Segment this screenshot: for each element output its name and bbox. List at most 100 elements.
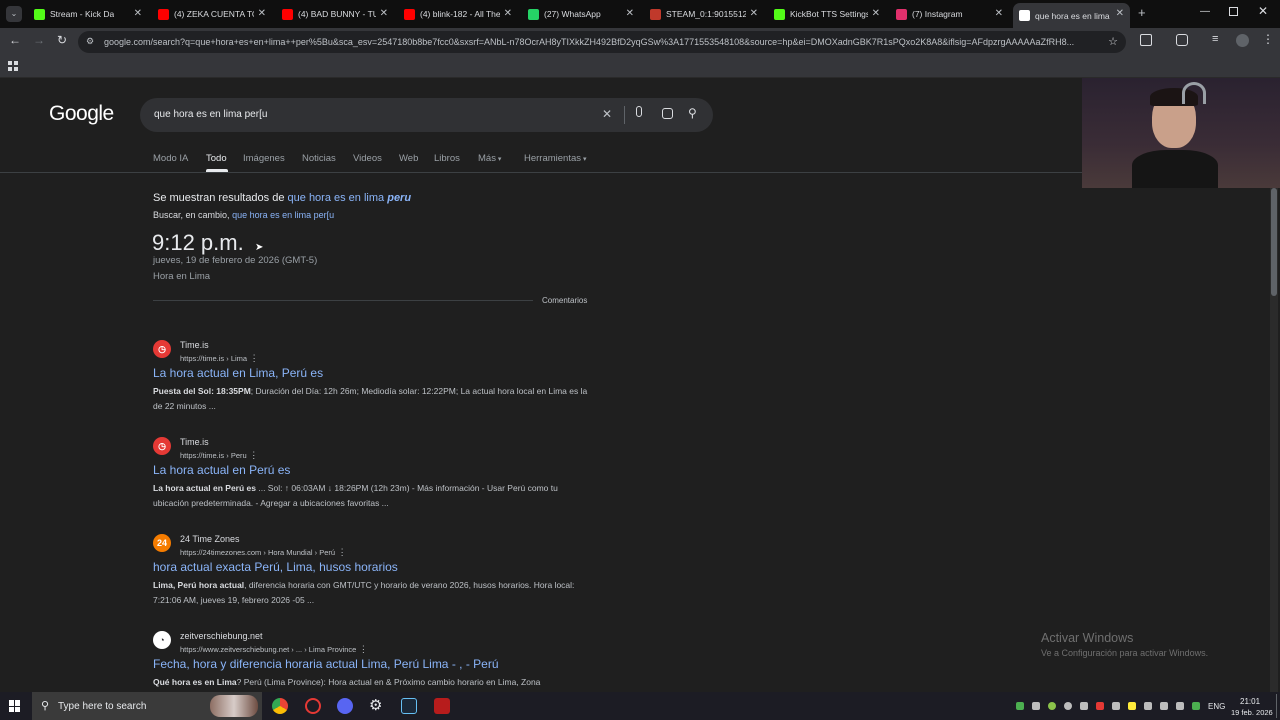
new-tab-icon[interactable]: +	[1138, 6, 1146, 20]
browser-tab[interactable]: que hora es en lima ✕	[1013, 3, 1130, 28]
nav-tab[interactable]: Herramientas ▾	[524, 153, 587, 164]
language-indicator[interactable]: ENG	[1208, 702, 1225, 711]
tab-close-icon[interactable]: ✕	[995, 8, 1003, 19]
browser-tab[interactable]: (4) BAD BUNNY - TU ✕	[276, 3, 394, 25]
result-site-name[interactable]: zeitverschiebung.net	[180, 631, 263, 641]
result-more-icon[interactable]: ⋮	[247, 450, 258, 460]
result-more-icon[interactable]: ⋮	[356, 644, 368, 654]
tab-close-icon[interactable]: ✕	[380, 8, 388, 19]
browser-tab[interactable]: (7) Instagram ✕	[890, 3, 1009, 25]
taskbar-search[interactable]: ⚲ Type here to search	[32, 692, 262, 720]
result-title-link[interactable]: La hora actual en Perú es	[153, 463, 290, 477]
google-logo[interactable]: Google	[49, 102, 114, 126]
result-title-link[interactable]: hora actual exacta Perú, Lima, husos hor…	[153, 560, 398, 574]
nav-tab[interactable]: Videos	[353, 153, 382, 164]
microphone-tray-icon[interactable]	[1144, 702, 1152, 710]
tray-icon-3[interactable]	[1048, 702, 1056, 710]
nav-tab[interactable]: Imágenes	[243, 153, 285, 164]
24timezones-icon[interactable]: 24	[153, 534, 171, 552]
sidebar-icon[interactable]	[1176, 34, 1188, 46]
lens-icon[interactable]	[662, 108, 673, 119]
tray-icon-4[interactable]	[1064, 702, 1072, 710]
feedback-link[interactable]: Comentarios	[542, 296, 587, 305]
nav-tab[interactable]: Web	[399, 153, 418, 164]
browser-tab[interactable]: KickBot TTS Settings ✕	[768, 3, 886, 25]
settings-gear-icon[interactable]: ⚙	[369, 696, 385, 714]
tray-green-icon[interactable]	[1016, 702, 1024, 710]
result-more-icon[interactable]: ⋮	[247, 353, 259, 363]
steam-icon[interactable]	[401, 698, 417, 714]
result-url[interactable]: https://time.is › Peru ⋮	[180, 450, 258, 461]
tab-search-icon[interactable]: ⌄	[6, 6, 22, 22]
browser-tab[interactable]: STEAM_0:1:9015512 ✕	[644, 3, 764, 25]
restore-icon[interactable]	[1229, 7, 1238, 16]
bookmark-star-icon[interactable]: ☆	[1108, 35, 1118, 48]
search-box[interactable]: que hora es en lima per[u ✕ ⚲	[140, 98, 713, 132]
tray-icon-2[interactable]	[1032, 702, 1040, 710]
nav-tab[interactable]: Libros	[434, 153, 460, 164]
result-url[interactable]: https://time.is › Lima ⋮	[180, 353, 259, 364]
original-query-link[interactable]: que hora es en lima per[u	[232, 210, 334, 220]
app-dota-icon[interactable]	[434, 698, 450, 714]
apps-grid-icon[interactable]	[8, 61, 18, 71]
search-input[interactable]: que hora es en lima per[u	[154, 109, 267, 120]
nav-tab[interactable]: Noticias	[302, 153, 336, 164]
minimize-icon[interactable]: —	[1200, 6, 1210, 17]
tab-close-icon[interactable]: ✕	[134, 8, 142, 19]
tray-icon-8[interactable]	[1128, 702, 1136, 710]
result-site-name[interactable]: Time.is	[180, 437, 209, 447]
close-window-icon[interactable]: ✕	[1258, 4, 1268, 18]
tray-icon-5[interactable]	[1080, 702, 1088, 710]
timeis-icon[interactable]: ◷	[153, 340, 171, 358]
tab-close-icon[interactable]: ✕	[1116, 8, 1124, 19]
search-icon[interactable]: ⚲	[688, 106, 697, 120]
result-site-name[interactable]: 24 Time Zones	[180, 534, 240, 544]
browser-menu-icon[interactable]: ⋮	[1262, 32, 1274, 46]
timeis-icon[interactable]: ◷	[153, 437, 171, 455]
tray-icon-7[interactable]	[1112, 702, 1120, 710]
tab-close-icon[interactable]: ✕	[626, 8, 634, 19]
volume-icon[interactable]	[1176, 702, 1184, 710]
chrome-icon[interactable]	[272, 698, 288, 714]
address-bar[interactable]: ⚙ google.com/search?q=que+hora+es+en+lim…	[78, 31, 1126, 53]
network-icon[interactable]	[1160, 702, 1168, 710]
result-url[interactable]: https://www.zeitverschiebung.net › ... ›…	[180, 644, 368, 655]
nav-tab[interactable]: Modo IA	[153, 153, 188, 164]
app-red-icon[interactable]	[305, 698, 321, 714]
nav-tab[interactable]: Más ▾	[478, 153, 501, 164]
forward-icon[interactable]: →	[33, 33, 45, 47]
result-title-link[interactable]: Fecha, hora y diferencia horaria actual …	[153, 657, 499, 671]
tray-icon-6[interactable]	[1096, 702, 1104, 710]
reload-icon[interactable]: ↻	[57, 33, 67, 47]
corrected-query-link[interactable]: que hora es en lima peru	[288, 192, 412, 204]
scrollbar-thumb[interactable]	[1271, 188, 1277, 296]
clock-date[interactable]: 19 feb. 2026	[1231, 708, 1273, 717]
start-icon[interactable]	[9, 700, 21, 712]
show-desktop[interactable]	[1276, 694, 1277, 718]
microphone-icon[interactable]	[636, 106, 642, 117]
discord-icon[interactable]	[337, 698, 353, 714]
browser-tab[interactable]: (27) WhatsApp ✕	[522, 3, 640, 25]
downloads-icon[interactable]: ≡	[1212, 33, 1218, 45]
result-more-icon[interactable]: ⋮	[335, 547, 347, 557]
browser-tab[interactable]: (4) blink-182 - All The ✕	[398, 3, 518, 25]
tab-close-icon[interactable]: ✕	[258, 8, 266, 19]
clock-icon[interactable]: ◔	[153, 631, 171, 649]
back-icon[interactable]: ←	[9, 33, 21, 47]
result-url[interactable]: https://24timezones.com › Hora Mundial ›…	[180, 547, 347, 558]
result-site-name[interactable]: Time.is	[180, 340, 209, 350]
site-info-icon[interactable]: ⚙	[86, 36, 94, 47]
browser-tab[interactable]: (4) ZEKA CUENTA TO ✕	[152, 3, 272, 25]
tab-close-icon[interactable]: ✕	[504, 8, 512, 19]
clock-time[interactable]: 21:01	[1240, 697, 1260, 706]
clear-icon[interactable]: ✕	[602, 107, 612, 121]
extensions-icon[interactable]	[1140, 34, 1152, 46]
result-title-link[interactable]: La hora actual en Lima, Perú es	[153, 366, 323, 380]
browser-tab[interactable]: Stream - Kick Da ✕	[28, 3, 148, 25]
profile-avatar[interactable]	[1236, 34, 1249, 47]
page-scrollbar[interactable]	[1270, 188, 1278, 692]
tray-icon-12[interactable]	[1192, 702, 1200, 710]
tab-close-icon[interactable]: ✕	[872, 8, 880, 19]
tab-close-icon[interactable]: ✕	[750, 8, 758, 19]
nav-tab[interactable]: Todo	[206, 153, 227, 164]
